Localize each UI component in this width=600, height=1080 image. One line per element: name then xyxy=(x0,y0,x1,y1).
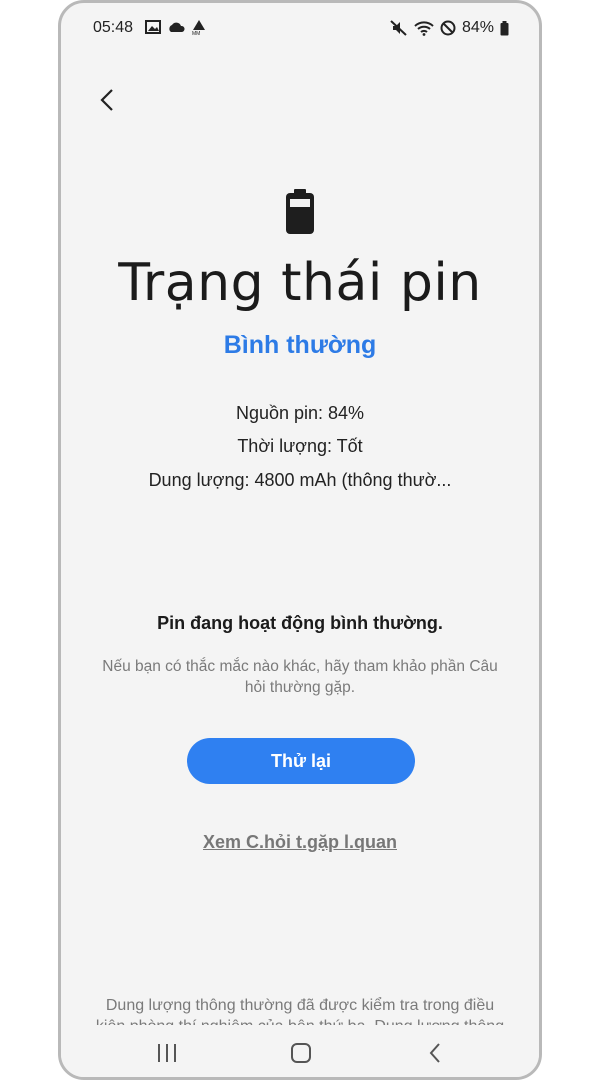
navigation-bar xyxy=(61,1029,539,1077)
battery-status-label: Bình thường xyxy=(223,331,377,359)
do-not-disturb-icon xyxy=(440,20,456,36)
chevron-left-icon xyxy=(100,89,113,111)
battery-level-info: Nguồn pin: 84% xyxy=(235,403,365,423)
back-button[interactable] xyxy=(93,85,123,115)
capacity-footnote: Dung lượng thông thường đã được kiểm tra… xyxy=(96,997,504,1025)
battery-capacity-info: Dung lượng: 4800 mAh (thông thườ... xyxy=(148,470,452,490)
recent-apps-icon xyxy=(158,1044,176,1062)
status-time: 05:48 xyxy=(93,19,134,36)
page-title: Trạng thái pin xyxy=(118,253,482,313)
faq-note: Nếu bạn có thắc mắc nào khác, hãy tham k… xyxy=(102,658,498,696)
phone-frame: 05:48 MM 84% Trạng thái pin Bình thường … xyxy=(58,0,542,1080)
svg-text:MM: MM xyxy=(192,31,200,35)
battery-percent: 84% xyxy=(461,19,494,36)
wifi-icon xyxy=(414,21,434,36)
mute-icon xyxy=(390,20,407,36)
home-button[interactable] xyxy=(281,1035,321,1071)
faq-link[interactable]: Xem C.hỏi t.gặp l.quan xyxy=(61,832,539,853)
mm-icon: MM xyxy=(192,20,205,35)
retry-button-label: Thử lại xyxy=(270,750,332,771)
back-icon xyxy=(429,1043,440,1063)
status-right-icons: 84% xyxy=(390,19,509,37)
nav-back-button[interactable] xyxy=(415,1035,455,1071)
battery-status-icon xyxy=(286,189,314,234)
status-left-icons: MM xyxy=(145,19,207,35)
status-bar: 05:48 MM 84% xyxy=(61,11,539,47)
recent-apps-button[interactable] xyxy=(147,1035,187,1071)
battery-icon xyxy=(500,20,509,35)
retry-button[interactable]: Thử lại xyxy=(187,738,415,784)
battery-life-info: Thời lượng: Tốt xyxy=(237,436,363,456)
cloud-icon xyxy=(169,22,185,32)
home-icon xyxy=(291,1043,311,1063)
normal-message: Pin đang hoạt động bình thường. xyxy=(157,613,443,633)
gallery-icon xyxy=(145,20,161,34)
